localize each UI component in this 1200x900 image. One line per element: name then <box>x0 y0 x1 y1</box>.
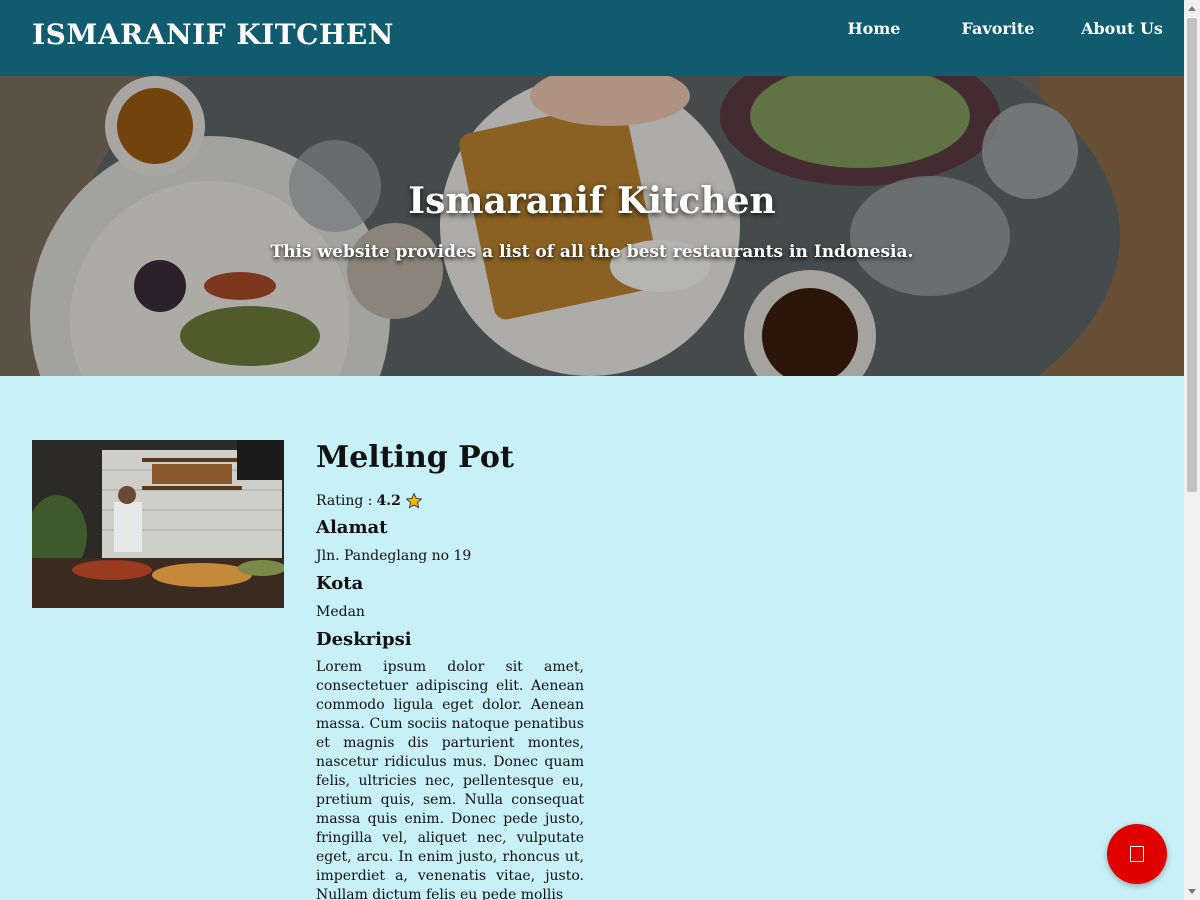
rating-label: Rating : <box>316 493 373 509</box>
app-header: ISMARANIF KITCHEN Home Favorite About Us <box>0 0 1184 76</box>
hero-overlay <box>0 76 1184 376</box>
nav-favorite-link[interactable]: Favorite <box>936 19 1060 38</box>
brand-title[interactable]: ISMARANIF KITCHEN <box>32 18 394 51</box>
address-heading: Alamat <box>316 517 388 538</box>
restaurant-photo <box>32 440 284 608</box>
hero-subtitle: This website provides a list of all the … <box>270 242 914 262</box>
description-heading: Deskripsi <box>316 629 412 650</box>
nav-about-link[interactable]: About Us <box>1060 19 1184 38</box>
city-text: Medan <box>316 604 365 620</box>
page-scrollbar[interactable] <box>1184 0 1200 900</box>
scroll-thumb[interactable] <box>1187 18 1197 492</box>
hero-title: Ismaranif Kitchen <box>408 180 776 222</box>
restaurant-image <box>32 440 284 608</box>
hero-banner: Ismaranif Kitchen This website provides … <box>0 76 1184 376</box>
description-text: Lorem ipsum dolor sit amet, consectetuer… <box>316 659 584 900</box>
scroll-up-icon[interactable] <box>1188 6 1196 11</box>
nav-home-link[interactable]: Home <box>812 19 936 38</box>
favorite-square-icon <box>1130 846 1144 862</box>
address-text: Jln. Pandeglang no 19 <box>316 548 472 564</box>
rating-value: 4.2 <box>376 493 401 509</box>
star-icon <box>405 493 422 509</box>
main-nav: Home Favorite About Us <box>812 0 1184 56</box>
city-heading: Kota <box>316 573 364 594</box>
favorite-button[interactable] <box>1107 824 1167 884</box>
restaurant-name: Melting Pot <box>316 440 514 475</box>
restaurant-info: Melting Pot Rating : 4.2 Alamat Jln. Pan… <box>316 436 584 900</box>
scroll-down-icon[interactable] <box>1188 889 1196 894</box>
rating-row: Rating : 4.2 <box>316 490 584 512</box>
